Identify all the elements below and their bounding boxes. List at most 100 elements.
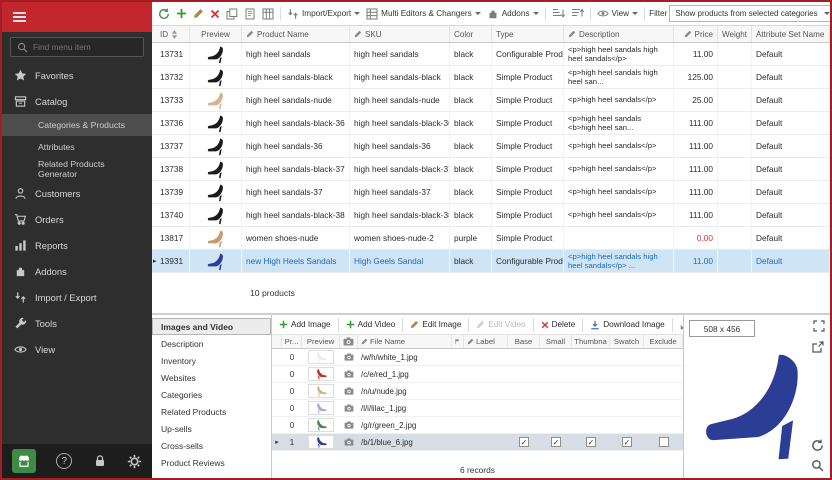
- gear-icon[interactable]: [127, 454, 142, 469]
- zoom-icon[interactable]: [811, 459, 824, 472]
- column-header-label[interactable]: Label: [464, 335, 508, 348]
- sort-asc-button[interactable]: [550, 6, 567, 21]
- list-item[interactable]: 0 /c/e/red_1.jpg: [272, 366, 683, 383]
- product-preview[interactable]: [190, 112, 242, 134]
- product-price[interactable]: 111.00: [674, 181, 718, 203]
- product-price[interactable]: 125.00: [674, 66, 718, 88]
- column-header-description[interactable]: Description: [564, 26, 674, 42]
- exclude-checkbox[interactable]: [644, 349, 683, 365]
- product-color[interactable]: purple: [450, 227, 492, 249]
- product-weight[interactable]: [718, 181, 752, 203]
- product-weight[interactable]: [718, 112, 752, 134]
- product-description[interactable]: <p>high heel sandals</p>: [564, 181, 674, 203]
- image-thumbnail[interactable]: [302, 417, 340, 433]
- delete-image-button[interactable]: Delete: [539, 318, 578, 331]
- product-name[interactable]: high heel sandals-nude: [242, 89, 350, 111]
- product-weight[interactable]: [718, 227, 752, 249]
- product-color[interactable]: black: [450, 112, 492, 134]
- small-checkbox[interactable]: [540, 383, 572, 399]
- product-weight[interactable]: [718, 66, 752, 88]
- thumbnail-checkbox[interactable]: [572, 383, 610, 399]
- sidebar-item-catalog[interactable]: Catalog: [2, 88, 152, 114]
- add-video-button[interactable]: Add Video: [344, 318, 398, 331]
- sidebar-item-attributes[interactable]: Attributes: [2, 136, 152, 158]
- product-price[interactable]: 111.00: [674, 112, 718, 134]
- product-name[interactable]: high heel sandals-black: [242, 66, 350, 88]
- product-price[interactable]: 111.00: [674, 135, 718, 157]
- product-description[interactable]: <p>high heel sandals</p>: [564, 89, 674, 111]
- product-sku[interactable]: high heel sandals-36: [350, 135, 450, 157]
- table-row[interactable]: 13931 new High Heels Sandals High Geels …: [152, 250, 830, 273]
- product-preview[interactable]: [190, 43, 242, 65]
- product-color[interactable]: black: [450, 181, 492, 203]
- import-export-menu[interactable]: Import/Export: [285, 6, 362, 22]
- download-image-button[interactable]: Download Image: [588, 318, 666, 332]
- base-checkbox[interactable]: [508, 383, 540, 399]
- tab-description[interactable]: Description: [152, 335, 271, 352]
- list-item[interactable]: 0 /g/r/green_2.jpg: [272, 417, 683, 434]
- product-name[interactable]: high heel sandals-black-38: [242, 204, 350, 226]
- product-preview[interactable]: [190, 250, 242, 272]
- tab-inventory[interactable]: Inventory: [152, 352, 271, 369]
- product-preview[interactable]: [190, 89, 242, 111]
- tab-up-sells[interactable]: Up-sells: [152, 420, 271, 437]
- product-color[interactable]: black: [450, 158, 492, 180]
- column-header-price[interactable]: Price: [674, 26, 718, 42]
- list-item[interactable]: 0 /n/u/nude.jpg: [272, 383, 683, 400]
- swatch-checkbox[interactable]: [610, 383, 644, 399]
- table-row[interactable]: 13731 high heel sandals high heel sandal…: [152, 43, 830, 66]
- column-header-weight[interactable]: Weight: [718, 26, 752, 42]
- columns-button[interactable]: [260, 6, 276, 22]
- help-icon[interactable]: [56, 453, 72, 469]
- paste-button[interactable]: [242, 6, 258, 22]
- product-description[interactable]: <p>high heel sandals <b>high heel san...: [564, 112, 674, 134]
- list-item[interactable]: 1 /b/1/blue_6.jpg: [272, 434, 683, 451]
- sidebar-item-customers[interactable]: Customers: [2, 180, 152, 206]
- delete-button[interactable]: [208, 7, 222, 21]
- small-checkbox[interactable]: [540, 417, 572, 433]
- search-input[interactable]: [33, 42, 137, 52]
- product-weight[interactable]: [718, 89, 752, 111]
- product-preview[interactable]: [190, 66, 242, 88]
- column-header-attribute-set-name[interactable]: Attribute Set Name: [752, 26, 830, 42]
- product-description[interactable]: [564, 227, 674, 249]
- small-checkbox[interactable]: [540, 366, 572, 382]
- store-icon[interactable]: [12, 449, 36, 473]
- image-label[interactable]: [464, 434, 508, 450]
- exclude-checkbox[interactable]: [644, 417, 683, 433]
- product-name[interactable]: new High Heels Sandals: [242, 250, 350, 272]
- small-checkbox[interactable]: [540, 434, 572, 450]
- base-checkbox[interactable]: [508, 366, 540, 382]
- fullscreen-icon[interactable]: [813, 320, 825, 332]
- view-menu[interactable]: View: [595, 6, 641, 21]
- hamburger-menu-icon[interactable]: [12, 11, 27, 23]
- swatch-checkbox[interactable]: [610, 366, 644, 382]
- product-price[interactable]: 11.00: [674, 250, 718, 272]
- base-checkbox[interactable]: [508, 434, 540, 450]
- list-item[interactable]: 0 /w/h/white_1.jpg: [272, 349, 683, 366]
- product-description[interactable]: <p>high heel sandals high heel san...: [564, 66, 674, 88]
- sidebar-item-favorites[interactable]: Favorites: [2, 62, 152, 88]
- column-header-flag[interactable]: [452, 335, 464, 348]
- table-row[interactable]: 13736 high heel sandals-black-36 high he…: [152, 112, 830, 135]
- sidebar-item-addons[interactable]: Addons: [2, 258, 152, 284]
- sidebar-item-import-export[interactable]: Import / Export: [2, 284, 152, 310]
- sidebar-item-orders[interactable]: Orders: [2, 206, 152, 232]
- product-sku[interactable]: high heel sandals-nude: [350, 89, 450, 111]
- swatch-checkbox[interactable]: [610, 417, 644, 433]
- rotate-icon[interactable]: [811, 439, 824, 452]
- product-sku[interactable]: high heel sandals-37: [350, 181, 450, 203]
- image-thumbnail[interactable]: [302, 383, 340, 399]
- small-checkbox[interactable]: [540, 400, 572, 416]
- column-header-preview[interactable]: Preview: [190, 26, 242, 42]
- product-price[interactable]: 111.00: [674, 204, 718, 226]
- product-color[interactable]: black: [450, 204, 492, 226]
- product-color[interactable]: black: [450, 89, 492, 111]
- image-file-name[interactable]: /l/i/lilac_1.jpg: [358, 400, 452, 416]
- product-color[interactable]: black: [450, 66, 492, 88]
- product-sku[interactable]: high heel sandals-black-36: [350, 112, 450, 134]
- product-name[interactable]: high heel sandals-37: [242, 181, 350, 203]
- image-label[interactable]: [464, 383, 508, 399]
- exclude-checkbox[interactable]: [644, 434, 683, 450]
- edit-video-button[interactable]: Edit Video: [474, 318, 527, 331]
